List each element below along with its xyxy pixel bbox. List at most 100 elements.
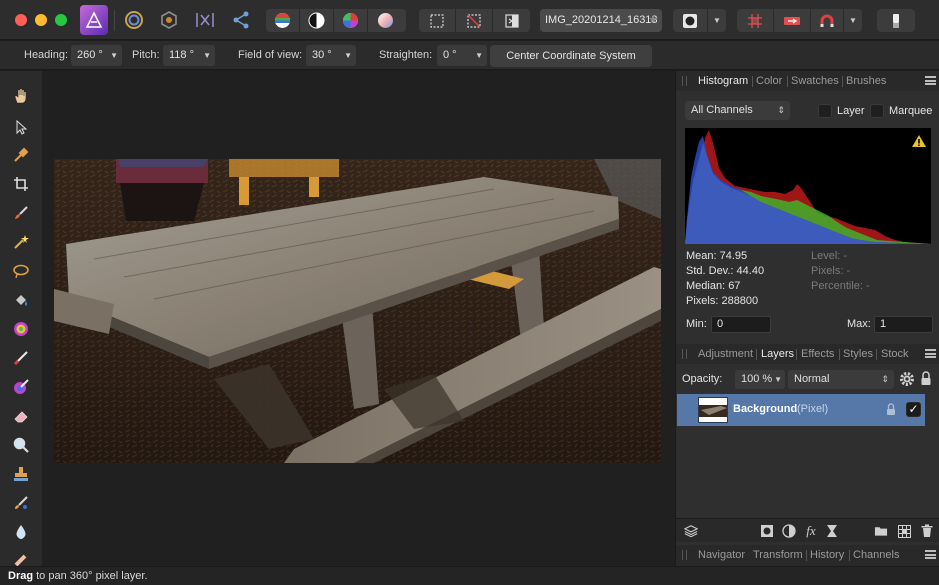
document-tab[interactable]: IMG_20201214_16313 ★ (540, 9, 662, 32)
layer-visibility-checkbox[interactable]: ✓ (906, 402, 921, 417)
tab-color[interactable]: Color (756, 75, 782, 87)
erase-icon[interactable] (877, 9, 915, 32)
auto-contrast-icon[interactable] (300, 9, 334, 32)
eraser-icon[interactable] (9, 404, 33, 428)
group-folder-icon[interactable] (874, 524, 888, 538)
lock-icon[interactable] (920, 371, 932, 389)
tab-channels[interactable]: Channels (853, 549, 899, 561)
tab-transform[interactable]: Transform (753, 549, 803, 561)
clear-selection-icon[interactable] (456, 9, 493, 32)
tab-layers[interactable]: Layers (761, 348, 794, 360)
grid-icon[interactable] (737, 9, 774, 32)
marquee-selection-icon[interactable] (419, 9, 456, 32)
layer-row-background[interactable]: Background (Pixel) ✓ (677, 394, 925, 426)
canvas-area[interactable] (42, 71, 675, 566)
layer-checkbox[interactable] (818, 104, 832, 118)
invert-selection-icon[interactable] (493, 9, 530, 32)
heading-field[interactable]: 260 ° ▼ (71, 45, 122, 66)
tab-adjustment[interactable]: Adjustment (698, 348, 753, 360)
panel-grip-icon[interactable] (682, 550, 687, 560)
flood-fill-icon[interactable] (9, 289, 33, 313)
add-pixel-layer-icon[interactable] (897, 524, 911, 538)
freehand-selection-icon[interactable] (9, 259, 33, 283)
max-label: Max: (847, 318, 871, 330)
max-input[interactable]: 1 (874, 316, 933, 333)
export-persona-icon[interactable] (228, 5, 254, 35)
erase-group (877, 9, 915, 32)
mask-icon[interactable] (760, 524, 774, 538)
minimize-window-button[interactable] (35, 14, 47, 26)
develop-persona-icon[interactable] (156, 5, 182, 35)
stepper-arrows-icon: ⇕ (881, 374, 889, 384)
tab-styles[interactable]: Styles (843, 348, 873, 360)
zoom-window-button[interactable] (55, 14, 67, 26)
layer-lock-icon[interactable] (886, 403, 896, 419)
gradient-tool-icon[interactable] (9, 317, 33, 341)
warning-icon[interactable] (911, 134, 927, 151)
marquee-checkbox[interactable] (870, 104, 884, 118)
zoom-tool-icon[interactable] (9, 433, 33, 457)
tab-stock[interactable]: Stock (881, 348, 909, 360)
center-coordinate-system-button[interactable]: Center Coordinate System (490, 45, 652, 67)
pitch-value: 118 ° (169, 49, 194, 61)
crop-tool-icon[interactable] (9, 172, 33, 196)
quick-mask-dropdown[interactable]: ▼ (708, 9, 726, 32)
blend-mode-select[interactable]: Normal ⇕ (788, 370, 894, 389)
panel-grip-icon[interactable] (682, 76, 687, 86)
auto-levels-icon[interactable] (266, 9, 300, 32)
layer-checkbox-label: Layer (837, 105, 865, 117)
document-image[interactable] (54, 159, 661, 463)
panel-menu-icon[interactable] (925, 76, 936, 85)
paint-brush-icon[interactable] (9, 201, 33, 225)
pixel-tool-icon[interactable] (9, 346, 33, 370)
blur-brush-icon[interactable] (9, 520, 33, 544)
panel-menu-icon[interactable] (925, 349, 936, 358)
close-window-button[interactable] (15, 14, 27, 26)
auto-adjust-group (266, 9, 406, 32)
stat-percentile: Percentile: - (811, 280, 870, 292)
favorite-star-icon[interactable]: ★ (648, 9, 658, 32)
tab-history[interactable]: History (810, 549, 844, 561)
chevron-down-icon: ▼ (344, 51, 352, 60)
tone-map-persona-icon[interactable] (192, 5, 218, 35)
liquify-persona-icon[interactable] (121, 5, 147, 35)
channel-select[interactable]: All Channels ⇕ (685, 101, 790, 120)
move-tool-icon[interactable] (9, 115, 33, 139)
panel-grip-icon[interactable] (682, 349, 687, 359)
auto-white-balance-icon[interactable] (368, 9, 402, 32)
tab-histogram[interactable]: Histogram (698, 75, 748, 87)
inpainting-brush-icon[interactable] (9, 491, 33, 515)
tab-brushes[interactable]: Brushes (846, 75, 886, 87)
quick-mask-icon[interactable] (673, 9, 708, 32)
color-picker-icon[interactable] (9, 143, 33, 167)
snapping-dropdown[interactable]: ▼ (844, 9, 862, 32)
tab-swatches[interactable]: Swatches (791, 75, 839, 87)
affinity-photo-icon[interactable] (80, 5, 108, 35)
auto-colors-icon[interactable] (334, 9, 368, 32)
pitch-field[interactable]: 118 ° ▼ (163, 45, 215, 66)
live-filter-icon[interactable] (825, 524, 839, 538)
min-input[interactable]: 0 (711, 316, 771, 333)
heading-label: Heading: (24, 49, 69, 61)
hand-tool-icon[interactable] (9, 84, 33, 108)
panel-menu-icon[interactable] (925, 550, 936, 559)
clone-stamp-icon[interactable] (9, 462, 33, 486)
trash-icon[interactable] (920, 524, 934, 538)
opacity-field[interactable]: 100 % ▼ (735, 370, 785, 389)
gear-icon[interactable] (899, 371, 915, 390)
snapping-magnet-icon[interactable] (811, 9, 844, 32)
fx-icon[interactable]: fx (804, 523, 818, 538)
straighten-value: 0 ° (443, 49, 457, 61)
color-replacement-icon[interactable] (9, 375, 33, 399)
magic-wand-icon[interactable] (9, 230, 33, 254)
context-toolbar: Heading: 260 ° ▼ Pitch: 118 ° ▼ Field of v… (0, 41, 939, 70)
tab-navigator[interactable]: Navigator (698, 549, 745, 561)
assistant-icon[interactable] (774, 9, 811, 32)
min-label: Min: (686, 318, 707, 330)
straighten-field[interactable]: 0 ° ▼ (437, 45, 487, 66)
tab-effects[interactable]: Effects (801, 348, 834, 360)
layer-stack-icon[interactable] (684, 524, 698, 538)
stat-pixels-selected: Pixels: - (811, 265, 851, 277)
fov-field[interactable]: 30 ° ▼ (306, 45, 356, 66)
adjustment-icon[interactable] (782, 524, 796, 538)
